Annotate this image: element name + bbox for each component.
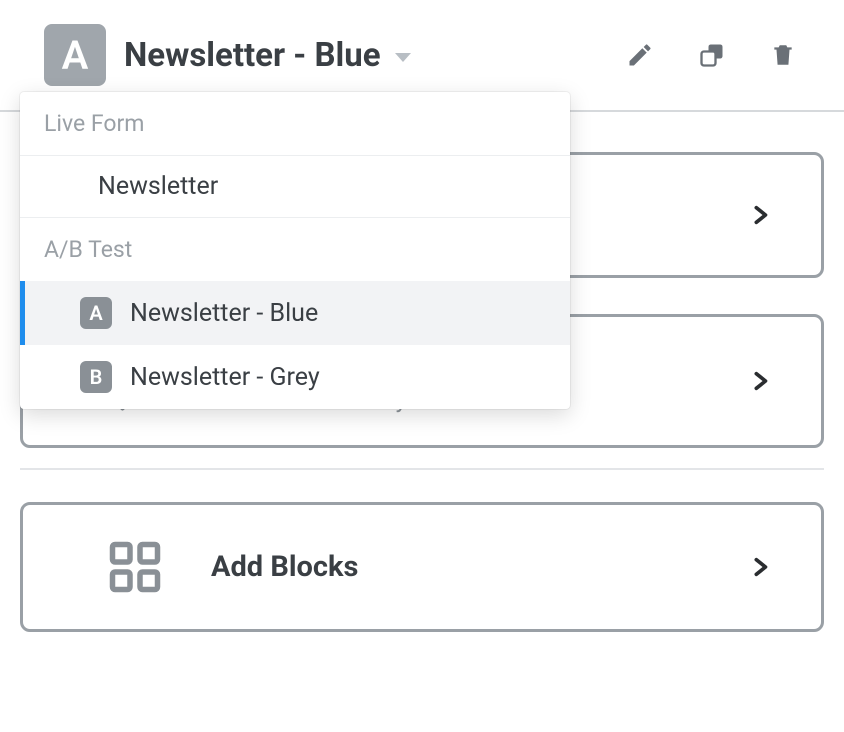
chevron-right-icon (749, 366, 771, 396)
dropdown-section-live: Live Form (20, 92, 570, 155)
card-body: Add Blocks (211, 550, 705, 584)
chevron-right-icon (749, 552, 771, 582)
dropdown-item-label: Newsletter - Blue (130, 299, 318, 328)
title-dropdown-trigger[interactable]: Newsletter - Blue (124, 36, 608, 75)
dropdown-item-label: Newsletter - Grey (130, 363, 320, 392)
blocks-icon (103, 537, 167, 597)
pencil-icon (626, 41, 654, 69)
chevron-right-icon (749, 200, 771, 230)
dropdown-section-ab: A/B Test (20, 218, 570, 281)
duplicate-button[interactable] (698, 41, 726, 69)
add-blocks-card[interactable]: Add Blocks (20, 502, 824, 632)
variant-badge: A (44, 24, 106, 86)
variant-badge-sm: B (80, 361, 112, 393)
variant-badge-sm: A (80, 297, 112, 329)
trash-icon (770, 41, 796, 69)
chevron-down-icon (395, 53, 411, 62)
dropdown-item-variant-b[interactable]: B Newsletter - Grey (20, 345, 570, 409)
delete-button[interactable] (770, 41, 796, 69)
cards-section-2: Add Blocks (0, 470, 844, 652)
copy-icon (698, 41, 726, 69)
edit-button[interactable] (626, 41, 654, 69)
dropdown-item-variant-a[interactable]: A Newsletter - Blue (20, 281, 570, 345)
card-title: Add Blocks (211, 550, 705, 584)
page-title: Newsletter - Blue (124, 36, 381, 75)
dropdown-item-label: Newsletter (98, 172, 218, 201)
variant-dropdown: Live Form Newsletter A/B Test A Newslett… (20, 92, 570, 409)
dropdown-item-live-form[interactable]: Newsletter (20, 156, 570, 217)
header-actions (626, 41, 796, 69)
